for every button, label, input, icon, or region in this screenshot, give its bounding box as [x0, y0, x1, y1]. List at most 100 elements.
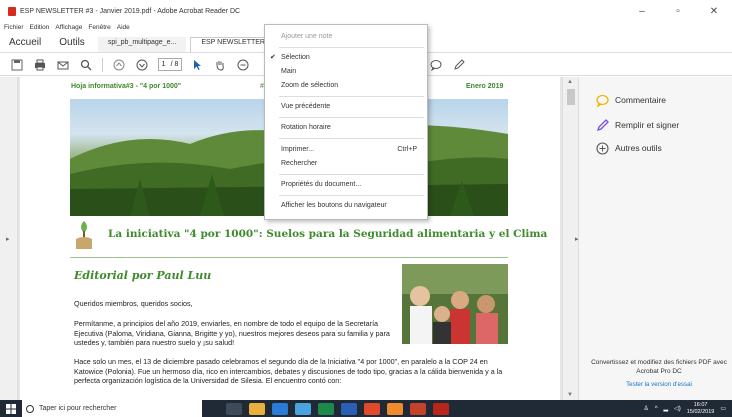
menu-edition[interactable]: Edition	[30, 24, 50, 31]
page-down-icon[interactable]	[135, 58, 149, 72]
checkmark-icon: ✔	[270, 54, 276, 61]
file-explorer-icon[interactable]	[249, 402, 265, 415]
select-cursor-icon[interactable]	[190, 58, 204, 72]
paragraph-event: Hace solo un mes, el 13 de diciembre pas…	[74, 357, 503, 386]
ctx-search[interactable]: Rechercher	[281, 160, 317, 167]
tool-fill-sign-label: Remplir et signer	[615, 120, 680, 130]
expand-left-panel-icon[interactable]: ▸	[6, 235, 10, 243]
edge-icon[interactable]	[272, 402, 288, 415]
ctx-separator	[279, 96, 424, 97]
ctx-print-shortcut: Ctrl+P	[397, 146, 417, 153]
ctx-hand[interactable]: Main	[281, 68, 296, 75]
people-icon[interactable]: ♙	[643, 405, 648, 412]
save-icon[interactable]	[10, 58, 24, 72]
mic-icon[interactable]	[209, 403, 219, 415]
comment-tool-icon[interactable]	[429, 58, 443, 72]
excel-icon[interactable]	[318, 402, 334, 415]
ctx-print[interactable]: Imprimer...	[281, 146, 314, 153]
page-current: 1	[161, 61, 166, 68]
print-icon[interactable]	[33, 58, 47, 72]
store-icon[interactable]	[295, 402, 311, 415]
firefox-icon[interactable]	[387, 402, 403, 415]
taskbar-search-placeholder: Taper ici pour rechercher	[39, 405, 117, 412]
menu-fenetre[interactable]: Fenêtre	[88, 24, 110, 31]
ctx-zoom-selection[interactable]: Zoom de sélection	[281, 82, 338, 89]
acrobat-app-icon	[8, 6, 16, 16]
ctx-selection[interactable]: Sélection	[281, 54, 310, 61]
chrome-icon[interactable]	[364, 402, 380, 415]
toolbar-divider	[102, 57, 103, 72]
tab-outils[interactable]: Outils	[50, 37, 94, 52]
ctx-add-note[interactable]: Ajouter une note	[281, 33, 332, 40]
page-up-icon[interactable]	[112, 58, 126, 72]
taskbar: Taper ici pour rechercher ♙ ^ ▂ ◁) 16:07…	[0, 400, 732, 417]
ctx-separator	[279, 117, 424, 118]
clock-date: 15/02/2019	[686, 408, 715, 415]
acrobat-taskbar-icon[interactable]	[433, 402, 449, 415]
menu-bar: Fichier Edition Affichage Fenêtre Aide	[0, 22, 136, 32]
paragraph-wishes: Permítanme, a principios del año 2019, e…	[74, 319, 390, 348]
ctx-show-nav-buttons[interactable]: Afficher les boutons du navigateur	[281, 202, 387, 209]
ctx-separator	[279, 47, 424, 48]
promo-text: Convertissez et modifiez des fichiers PD…	[591, 359, 727, 375]
ctx-separator	[279, 195, 424, 196]
scroll-down-icon[interactable]: ▼	[567, 392, 573, 398]
collapse-panel-icon[interactable]: ▸	[575, 235, 579, 243]
tool-comment-label: Commentaire	[615, 95, 667, 105]
ctx-separator	[279, 174, 424, 175]
maximize-button[interactable]: ▫	[660, 0, 696, 22]
word-icon[interactable]	[341, 402, 357, 415]
scrollbar-thumb[interactable]	[567, 89, 575, 105]
newsletter-header-left: Hoja informativa#3 - "4 por 1000"	[71, 83, 182, 90]
menu-aide[interactable]: Aide	[117, 24, 130, 31]
search-icon[interactable]	[79, 58, 93, 72]
paragraph-greeting: Queridos miembros, queridos socios,	[74, 299, 193, 308]
tool-more[interactable]: Autres outils	[595, 141, 662, 155]
tab-accueil[interactable]: Accueil	[0, 37, 50, 52]
ctx-previous-view[interactable]: Vue précédente	[281, 103, 330, 110]
tool-comment[interactable]: Commentaire	[595, 93, 666, 107]
plus-circle-icon	[595, 141, 609, 155]
notifications-icon[interactable]: ▭	[720, 405, 726, 412]
clock[interactable]: 16:07 15/02/2019	[687, 402, 715, 415]
page-total: / 8	[170, 61, 179, 68]
editorial-title: Editorial por Paul Luu	[74, 269, 212, 282]
comment-icon	[595, 93, 609, 107]
scroll-up-icon[interactable]: ▲	[567, 79, 573, 85]
4-por-1000-logo	[72, 219, 96, 251]
powerpoint-icon[interactable]	[410, 402, 426, 415]
title-divider	[70, 257, 508, 258]
volume-icon[interactable]: ◁)	[674, 405, 681, 412]
ctx-rotate-clockwise[interactable]: Rotation horaire	[281, 124, 331, 131]
taskbar-search[interactable]: Taper ici pour rechercher	[22, 400, 202, 417]
window-title: ESP NEWSLETTER #3 - Janvier 2019.pdf - A…	[20, 7, 241, 15]
tray-arrow-icon[interactable]: ^	[655, 406, 658, 412]
close-button[interactable]: ✕	[696, 0, 732, 22]
trial-link[interactable]: Tester la version d'essai	[589, 381, 729, 388]
pen-icon	[595, 118, 609, 132]
tab-doc-1[interactable]: spi_pb_multipage_e...	[97, 37, 187, 52]
zoom-out-icon[interactable]	[236, 58, 250, 72]
hand-tool-icon[interactable]	[213, 58, 227, 72]
newsletter-header-right: Enero 2019	[466, 83, 504, 90]
ctx-doc-properties[interactable]: Propriétés du document...	[281, 181, 361, 188]
main-title: La iniciativa "4 por 1000": Suelos para …	[108, 228, 548, 240]
email-icon[interactable]	[56, 58, 70, 72]
group-photo	[402, 264, 508, 344]
left-nav-strip[interactable]: ▸	[0, 77, 18, 400]
pen-tool-icon[interactable]	[452, 58, 466, 72]
context-menu: Ajouter une note ✔ Sélection Main Zoom d…	[264, 24, 428, 220]
tool-more-label: Autres outils	[615, 143, 662, 153]
tool-fill-sign[interactable]: Remplir et signer	[595, 118, 679, 132]
menu-fichier[interactable]: Fichier	[4, 24, 24, 31]
task-view-icon[interactable]	[226, 402, 242, 415]
network-icon[interactable]: ▂	[664, 405, 669, 412]
tools-panel: ▸ Commentaire Remplir et signer Autres o…	[575, 77, 732, 400]
page-number-field[interactable]: 1 / 8	[158, 58, 182, 71]
windows-start-icon[interactable]	[0, 400, 22, 417]
minimize-button[interactable]: –	[624, 0, 660, 22]
system-tray: ♙ ^ ▂ ◁) 16:07 15/02/2019 ▭	[637, 400, 726, 417]
cortana-icon	[26, 404, 34, 413]
title-bar: ESP NEWSLETTER #3 - Janvier 2019.pdf - A…	[0, 0, 732, 22]
menu-affichage[interactable]: Affichage	[55, 24, 82, 31]
